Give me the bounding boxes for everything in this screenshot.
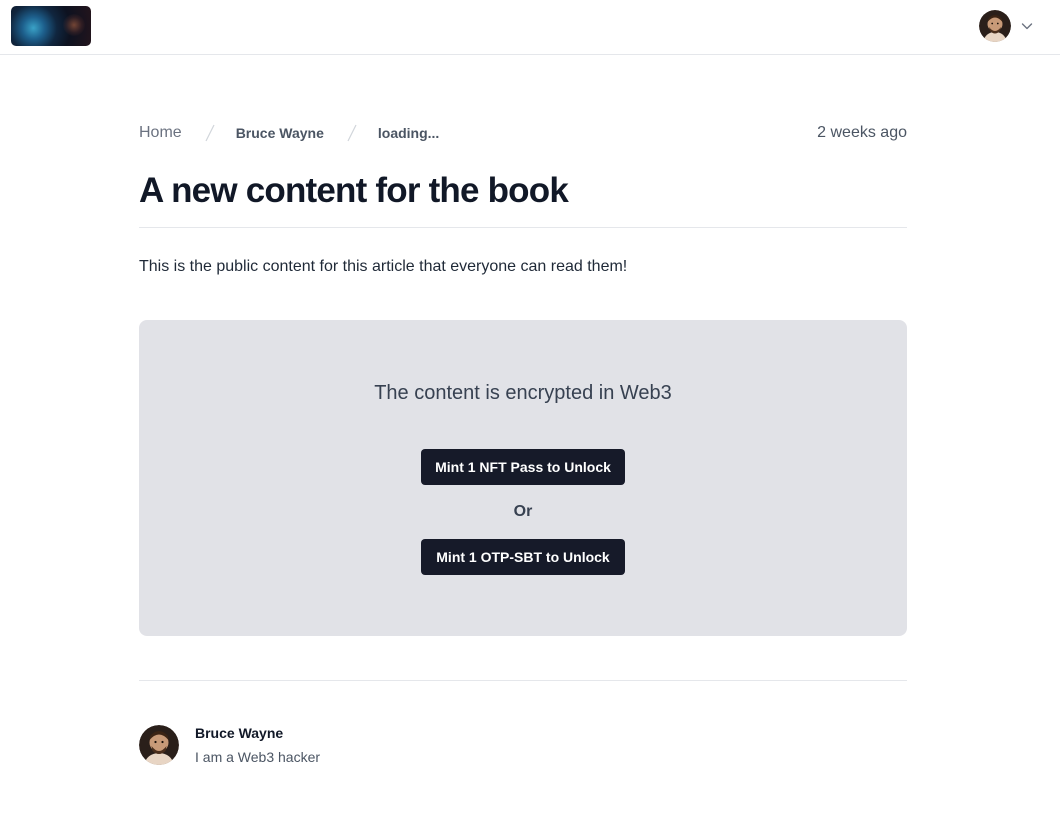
user-avatar[interactable] xyxy=(979,10,1011,42)
slash-separator-icon xyxy=(205,124,215,142)
encrypted-content-panel: The content is encrypted in Web3 Mint 1 … xyxy=(139,320,907,636)
author-divider xyxy=(139,680,907,681)
article-title: A new content for the book xyxy=(139,171,569,210)
top-navbar xyxy=(0,0,1060,55)
mint-nft-pass-button[interactable]: Mint 1 NFT Pass to Unlock xyxy=(421,449,625,485)
breadcrumb-home-link[interactable]: Home xyxy=(139,124,182,142)
galaxy-logo[interactable] xyxy=(11,6,91,46)
title-divider xyxy=(139,227,907,228)
slash-separator-icon xyxy=(347,124,357,142)
breadcrumb: Home Bruce Wayne loading... 2 weeks ago xyxy=(139,123,907,143)
author-name[interactable]: Bruce Wayne xyxy=(195,725,283,741)
user-menu[interactable] xyxy=(979,10,1034,42)
breadcrumb-author-link[interactable]: Bruce Wayne xyxy=(236,125,324,141)
public-content: This is the public content for this arti… xyxy=(139,258,628,275)
author-avatar[interactable] xyxy=(139,725,179,765)
author-card: Bruce Wayne I am a Web3 hacker xyxy=(139,725,539,765)
encrypted-message: The content is encrypted in Web3 xyxy=(374,382,672,404)
chevron-down-icon[interactable] xyxy=(1020,19,1034,33)
author-bio: I am a Web3 hacker xyxy=(195,749,321,765)
article-timestamp: 2 weeks ago xyxy=(817,124,907,141)
or-label: Or xyxy=(513,503,533,520)
mint-otp-sbt-button[interactable]: Mint 1 OTP-SBT to Unlock xyxy=(421,539,625,575)
breadcrumb-current[interactable]: loading... xyxy=(378,125,439,141)
